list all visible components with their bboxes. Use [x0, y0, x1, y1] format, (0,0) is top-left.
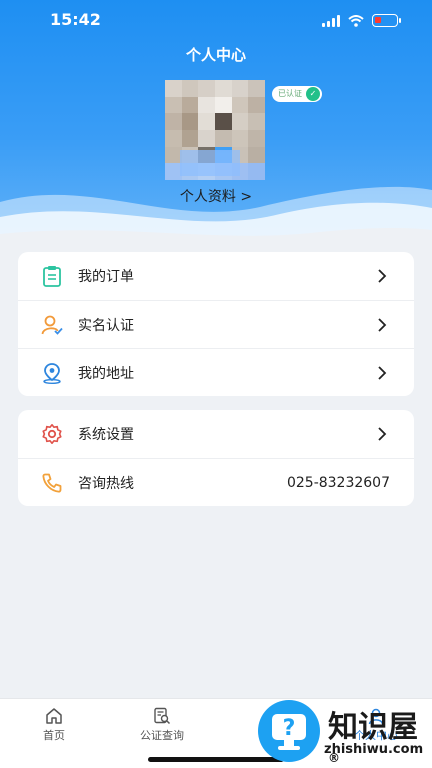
hotline-number[interactable]: 025-83232607: [287, 475, 390, 491]
document-search-icon: [122, 707, 202, 725]
verified-badge: 已认证 ✓: [272, 86, 322, 102]
tab-notary-query[interactable]: 公证查询: [122, 707, 202, 743]
user-verify-icon: [40, 313, 64, 337]
status-time: 15:42: [50, 10, 101, 29]
status-icons: [322, 14, 401, 27]
menu-item-system-settings[interactable]: 系统设置: [18, 410, 414, 458]
tab-label-home: 首页: [43, 729, 65, 742]
phone-icon: [40, 471, 64, 495]
signal-icon: [322, 14, 340, 27]
chevron-right-icon: [378, 318, 387, 332]
menu-label-address: 我的地址: [78, 365, 134, 382]
watermark: ? 知识屋® zhishiwu.com: [228, 700, 428, 765]
menu-item-real-name-verification[interactable]: 实名认证: [18, 300, 414, 348]
verified-label: 已认证: [278, 89, 302, 98]
watermark-brand: 知识屋®: [328, 710, 418, 765]
status-bar: 15:42: [0, 8, 432, 36]
watermark-domain: zhishiwu.com: [324, 742, 424, 757]
menu-label-orders: 我的订单: [78, 269, 134, 285]
menu-label-verification: 实名认证: [78, 317, 134, 334]
order-clipboard-icon: [40, 264, 64, 288]
wifi-icon: [348, 14, 364, 27]
location-pin-icon: [40, 361, 64, 385]
menu-label-hotline: 咨询热线: [78, 475, 134, 492]
menu-item-address[interactable]: 我的地址: [18, 348, 414, 396]
tab-label-notary: 公证查询: [140, 729, 184, 742]
menu-label-settings: 系统设置: [78, 427, 134, 443]
menu-card-primary: 我的订单 实名认证 我的地址: [18, 252, 414, 396]
battery-icon: [372, 14, 401, 27]
gear-icon: [40, 422, 64, 446]
menu-item-orders[interactable]: 我的订单: [18, 252, 414, 300]
header-wave: [0, 186, 432, 252]
chevron-right-icon: [378, 269, 387, 283]
menu-item-hotline[interactable]: 咨询热线 025-83232607: [18, 458, 414, 506]
menu-card-secondary: 系统设置 咨询热线 025-83232607: [18, 410, 414, 506]
watermark-logo-icon: ?: [258, 700, 320, 762]
profile-header: 15:42 个人中心 已认证 ✓ 个人资料 >: [0, 0, 432, 252]
page-title: 个人中心: [185, 46, 246, 64]
tab-home[interactable]: 首页: [14, 707, 94, 743]
svg-text:?: ?: [283, 716, 296, 741]
home-icon: [14, 707, 94, 725]
chevron-right-icon: [378, 366, 387, 380]
chevron-right-icon: [378, 427, 387, 441]
shield-check-icon: ✓: [306, 87, 320, 101]
